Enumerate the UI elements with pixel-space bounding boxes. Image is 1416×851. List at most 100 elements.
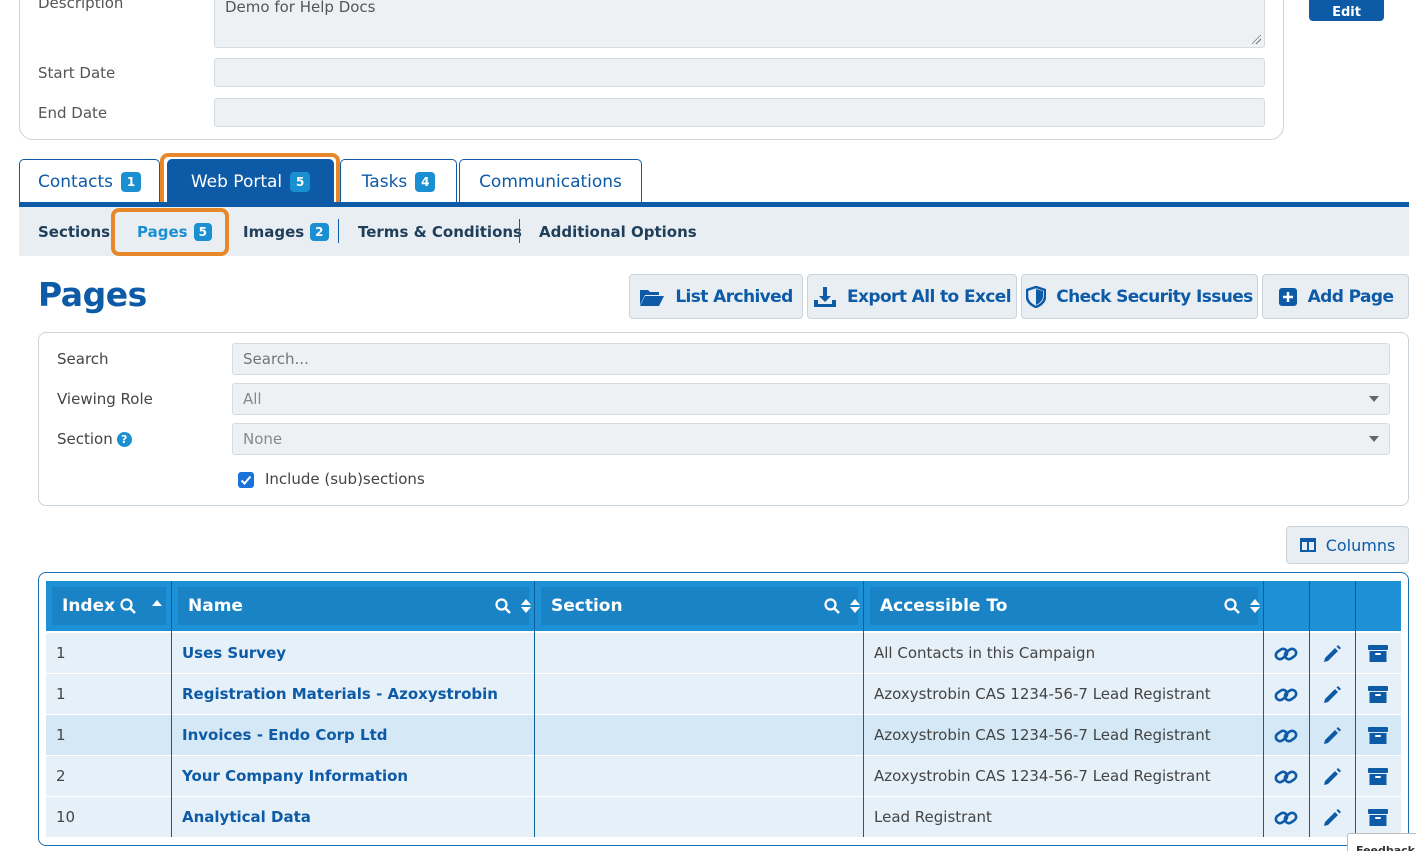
edit-page-button[interactable] (1309, 756, 1355, 797)
feedback-tab[interactable]: Feedback (1347, 833, 1416, 851)
subnav-separator (338, 219, 339, 243)
pencil-icon (1324, 685, 1341, 703)
column-header-section[interactable]: Section (535, 581, 864, 631)
archive-page-button[interactable] (1355, 715, 1401, 756)
tab-tasks[interactable]: Tasks 4 (340, 159, 457, 203)
archive-page-button[interactable] (1355, 756, 1401, 797)
subnav-sections[interactable]: Sections (38, 207, 110, 256)
cell-index: 1 (56, 726, 66, 744)
cell-name-link[interactable]: Invoices - Endo Corp Ltd (182, 715, 387, 756)
cell-index: 1 (56, 685, 66, 703)
table-row[interactable]: 1 Invoices - Endo Corp Ltd Azoxystrobin CA… (46, 714, 1401, 755)
columns-icon (1299, 538, 1316, 552)
copy-link-button[interactable] (1263, 756, 1309, 797)
tab-contacts[interactable]: Contacts 1 (19, 159, 160, 203)
folder-open-icon (640, 289, 665, 306)
sort-icon[interactable] (1250, 598, 1260, 614)
search-icon[interactable] (120, 598, 136, 614)
cell-name-link[interactable]: Analytical Data (182, 797, 311, 838)
table-row[interactable]: 2 Your Company Information Azoxystrobin CA… (46, 755, 1401, 796)
add-page-button[interactable]: Add Page (1262, 274, 1409, 319)
link-icon (1274, 770, 1298, 783)
export-excel-button[interactable]: Export All to Excel (807, 274, 1017, 319)
column-divider (171, 581, 172, 837)
shield-icon (1026, 285, 1047, 308)
archive-page-button[interactable] (1355, 633, 1401, 674)
subnav-images[interactable]: Images 2 (243, 207, 329, 256)
archive-icon (1368, 644, 1388, 662)
link-icon (1274, 811, 1298, 824)
table-row[interactable]: 10 Analytical Data Lead Registrant (46, 796, 1401, 837)
tab-communications[interactable]: Communications (459, 159, 642, 203)
sort-icon[interactable] (850, 598, 860, 614)
column-header-accessible-to[interactable]: Accessible To (864, 581, 1264, 631)
cell-accessible-to: All Contacts in this Campaign (874, 644, 1096, 662)
edit-button[interactable]: Edit (1309, 0, 1384, 21)
column-divider (1263, 581, 1264, 837)
button-label: Export All to Excel (847, 286, 1012, 307)
edit-page-button[interactable] (1309, 715, 1355, 756)
section-select[interactable]: None (232, 423, 1390, 455)
chevron-down-icon (1369, 396, 1379, 402)
copy-link-button[interactable] (1263, 797, 1309, 838)
pages-highlight (111, 208, 229, 256)
viewing-role-select[interactable]: All (232, 383, 1390, 415)
edit-page-button[interactable] (1309, 797, 1355, 838)
end-date-field[interactable] (214, 98, 1265, 127)
search-icon[interactable] (495, 598, 511, 614)
cell-accessible-to: Azoxystrobin CAS 1234-56-7 Lead Registra… (874, 685, 1211, 703)
search-icon[interactable] (824, 598, 840, 614)
pencil-icon (1324, 808, 1341, 826)
section-label-text: Section (57, 430, 113, 448)
search-icon[interactable] (1224, 598, 1240, 614)
search-input[interactable] (232, 343, 1390, 375)
button-label: Add Page (1307, 286, 1394, 307)
help-icon[interactable]: ? (116, 432, 132, 447)
column-divider (863, 581, 864, 837)
edit-page-button[interactable] (1309, 674, 1355, 715)
cell-name-link[interactable]: Uses Survey (182, 633, 286, 674)
start-date-label: Start Date (38, 64, 116, 82)
link-icon (1274, 729, 1298, 742)
copy-link-button[interactable] (1263, 633, 1309, 674)
resize-grip-icon[interactable] (1252, 35, 1261, 44)
include-subsections-checkbox[interactable] (238, 472, 254, 488)
cell-index: 1 (56, 644, 66, 662)
archive-page-button[interactable] (1355, 797, 1401, 838)
chevron-down-icon (1369, 436, 1379, 442)
archive-page-button[interactable] (1355, 674, 1401, 715)
table-row[interactable]: 1 Uses Survey All Contacts in this Campaig… (46, 632, 1401, 673)
subnav-separator (519, 219, 520, 243)
description-label: Description (38, 0, 124, 12)
select-value: None (243, 430, 283, 448)
link-icon (1274, 688, 1298, 701)
cell-accessible-to: Azoxystrobin CAS 1234-56-7 Lead Registra… (874, 767, 1211, 785)
cell-index: 2 (56, 767, 66, 785)
edit-page-button[interactable] (1309, 633, 1355, 674)
button-label: List Archived (675, 286, 793, 307)
tab-label: Communications (479, 171, 622, 192)
sort-ascending-icon[interactable] (152, 598, 162, 614)
list-archived-button[interactable]: List Archived (629, 274, 803, 319)
archive-icon (1368, 808, 1388, 826)
pencil-icon (1324, 726, 1341, 744)
pencil-icon (1324, 644, 1341, 662)
web-portal-highlight (160, 153, 340, 209)
tab-label: Tasks (361, 171, 408, 192)
cell-name-link[interactable]: Registration Materials - Azoxystrobin (182, 674, 498, 715)
cell-name-link[interactable]: Your Company Information (182, 756, 408, 797)
sort-icon[interactable] (521, 598, 531, 614)
table-row[interactable]: 1 Registration Materials - Azoxystrobin Az… (46, 673, 1401, 714)
column-header-index[interactable]: Index (46, 581, 172, 631)
subnav-terms[interactable]: Terms & Conditions (358, 207, 522, 256)
column-divider (534, 581, 535, 837)
columns-button[interactable]: Columns (1286, 526, 1409, 564)
copy-link-button[interactable] (1263, 674, 1309, 715)
copy-link-button[interactable] (1263, 715, 1309, 756)
subnav-additional-options[interactable]: Additional Options (539, 207, 697, 256)
check-security-button[interactable]: Check Security Issues (1021, 274, 1258, 319)
description-textarea[interactable]: Demo for Help Docs (214, 0, 1265, 48)
start-date-field[interactable] (214, 58, 1265, 87)
column-header-label: Section (551, 596, 623, 616)
column-header-name[interactable]: Name (172, 581, 535, 631)
